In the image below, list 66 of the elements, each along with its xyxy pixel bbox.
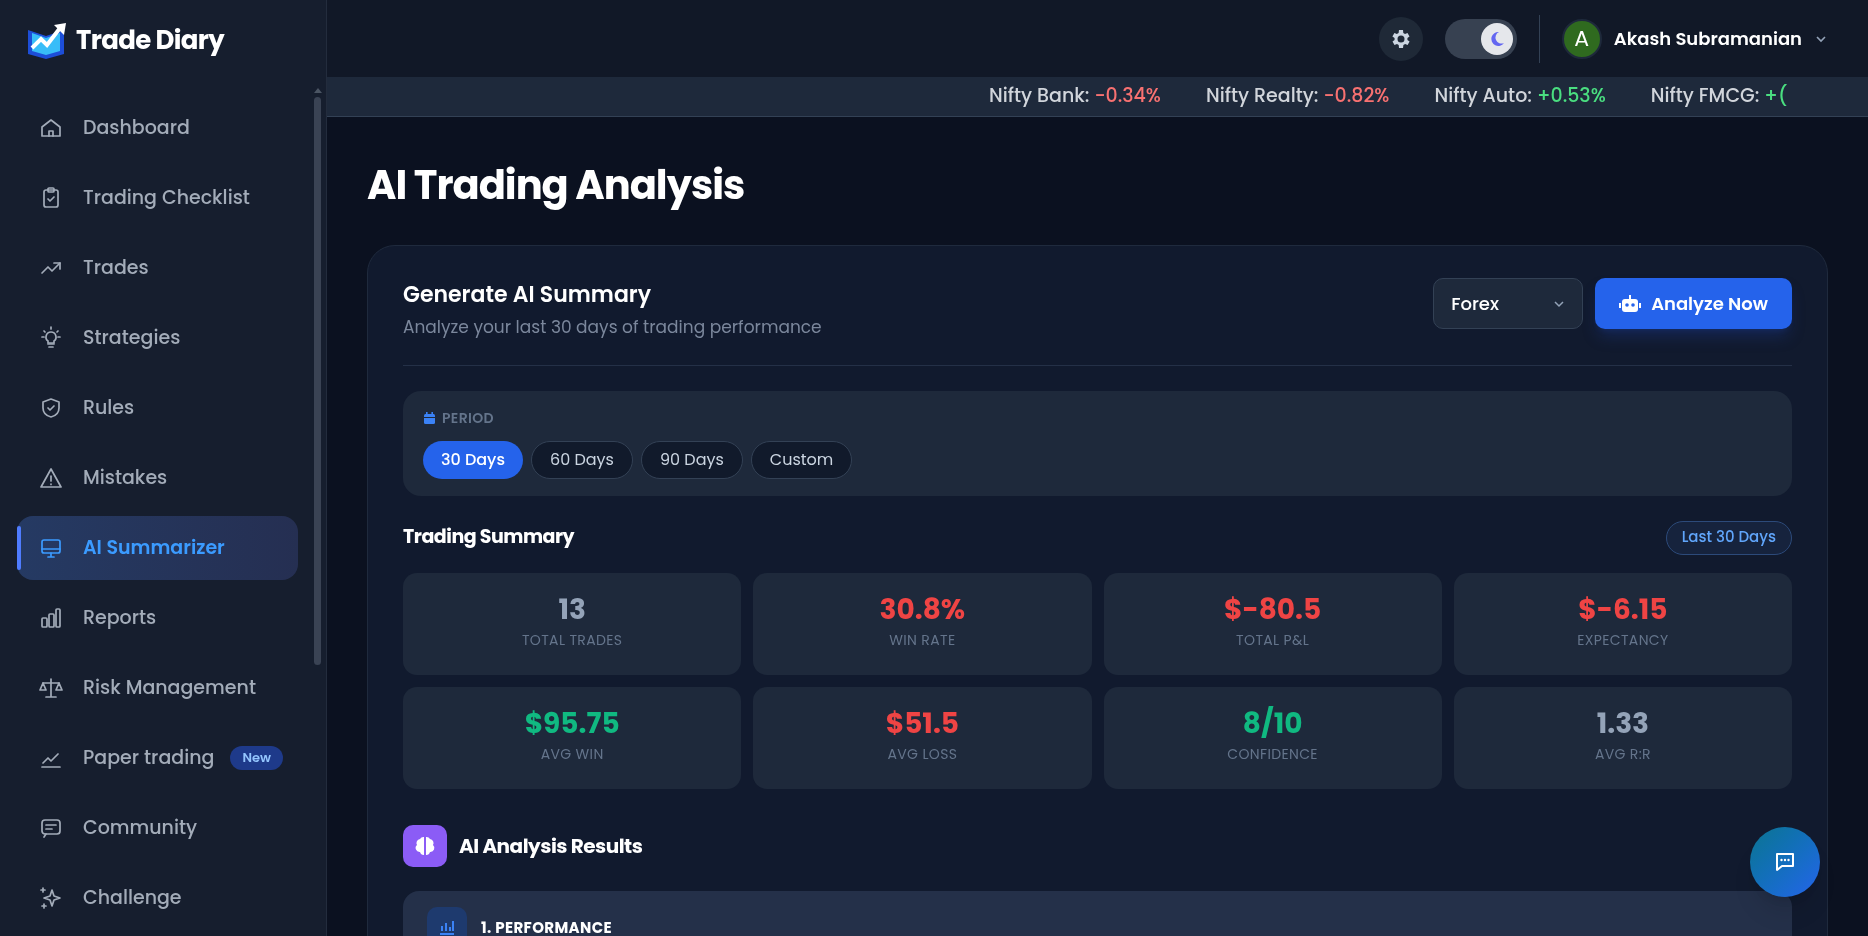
- user-menu[interactable]: A Akash Subramanian: [1561, 18, 1828, 59]
- stat-label: AVG R:R: [1594, 744, 1651, 765]
- analysis-section-title: 1. PERFORMANCE: [481, 916, 612, 936]
- sidebar-item[interactable]: Rules: [17, 376, 298, 440]
- stat-value: 1.33: [1596, 710, 1650, 738]
- home-icon: [39, 116, 63, 140]
- sidebar-item[interactable]: Community: [17, 796, 298, 860]
- stat-value: 30.8%: [879, 596, 966, 624]
- bar-chart-icon: [39, 606, 63, 630]
- card-title: Generate AI Summary: [403, 278, 652, 311]
- sidebar-item[interactable]: Paper trading New: [17, 726, 298, 790]
- page-title: AI Trading Analysis: [367, 159, 746, 211]
- robot-icon: [1619, 293, 1642, 314]
- sparkle-icon: [39, 886, 63, 910]
- sidebar-item[interactable]: Dashboard: [17, 96, 298, 160]
- ticker-item: Nifty Bank: -0.34%: [989, 82, 1161, 111]
- message-icon: [39, 816, 63, 840]
- logo-icon: [26, 21, 68, 60]
- stat-label: EXPECTANCY: [1577, 630, 1669, 651]
- sidebar-item[interactable]: Challenge: [17, 866, 298, 930]
- stat-value: $51.5: [885, 710, 959, 738]
- stat-label: AVG LOSS: [887, 744, 958, 765]
- sidebar-item[interactable]: Reports: [17, 586, 298, 650]
- sidebar-item[interactable]: Risk Management: [17, 656, 298, 720]
- stat-value: $-6.15: [1578, 596, 1668, 624]
- new-badge: New: [230, 746, 283, 770]
- user-avatar: A: [1561, 18, 1602, 59]
- ticker-item: Nifty Realty: -0.82%: [1205, 82, 1390, 111]
- section-title: Trading Summary: [403, 523, 575, 552]
- period-option[interactable]: 30 Days: [423, 440, 523, 479]
- brand-name: Trade Diary: [76, 21, 224, 60]
- chat-icon: [1773, 850, 1797, 874]
- period-option[interactable]: 90 Days: [640, 440, 743, 479]
- ticker-item: Nifty Auto: +0.53%: [1434, 82, 1606, 111]
- period-option[interactable]: Custom: [750, 440, 853, 479]
- sidebar-item[interactable]: Strategies: [17, 306, 298, 370]
- warning-icon: [39, 466, 63, 490]
- stat-label: WIN RATE: [889, 630, 956, 651]
- sidebar-item[interactable]: Mistakes: [17, 446, 298, 510]
- theme-toggle[interactable]: [1444, 18, 1517, 59]
- chart-icon: [427, 906, 467, 936]
- stat-value: $95.75: [524, 710, 620, 738]
- sidebar-item[interactable]: Trades: [17, 236, 298, 300]
- monitor-icon: [39, 536, 63, 560]
- scale-icon: [39, 676, 63, 700]
- period-label: PERIOD: [442, 407, 494, 429]
- stat-value: $-80.5: [1224, 596, 1322, 624]
- sidebar-item[interactable]: AI Summarizer: [17, 516, 298, 580]
- shield-check-icon: [39, 396, 63, 420]
- stat-label: CONFIDENCE: [1227, 744, 1318, 765]
- analyze-now-button[interactable]: Analyze Now: [1595, 278, 1792, 329]
- stat-label: TOTAL P&L: [1236, 630, 1310, 651]
- sidebar-item[interactable]: Trading Checklist: [17, 166, 298, 230]
- market-select[interactable]: Forex: [1433, 278, 1584, 329]
- calendar-icon: [423, 411, 436, 425]
- section-title: AI Analysis Results: [459, 830, 643, 861]
- ticker-item: Nifty FMCG: +(: [1650, 82, 1788, 111]
- period-badge: Last 30 Days: [1665, 520, 1792, 555]
- card-subtitle: Analyze your last 30 days of trading performance: [403, 315, 822, 341]
- stat-label: AVG WIN: [540, 744, 604, 765]
- stat-label: TOTAL TRADES: [521, 630, 623, 651]
- brain-icon: [403, 824, 447, 867]
- lightbulb-icon: [39, 326, 63, 350]
- period-option[interactable]: 60 Days: [530, 440, 633, 479]
- user-name: Akash Subramanian: [1613, 25, 1802, 52]
- stat-value: 13: [558, 596, 586, 624]
